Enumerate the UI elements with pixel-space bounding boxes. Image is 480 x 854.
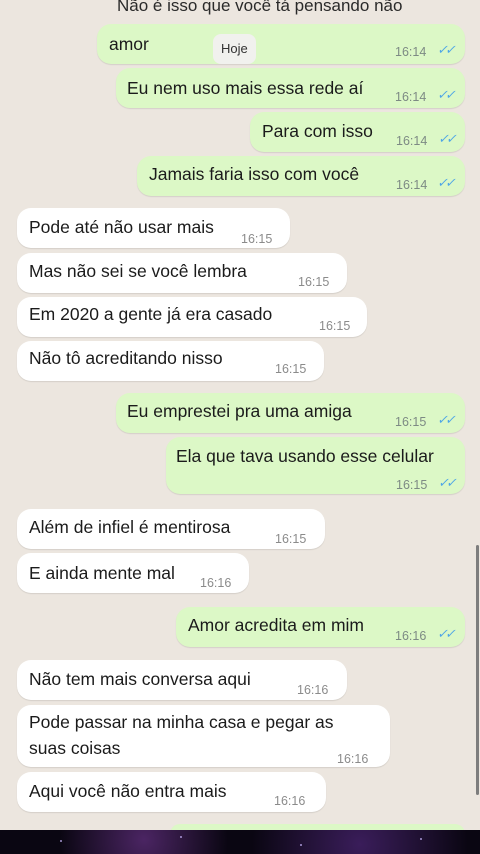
message-text: Além de infiel é mentirosa [29,517,231,537]
message-time: 16:16 [274,794,306,808]
message-text: Não tem mais conversa aqui [29,669,251,689]
read-receipt-icon: ✓✓ [437,412,456,427]
message-bubble-outgoing[interactable]: Ela que tava usando esse celular 16:15 ✓… [166,437,465,494]
message-text: Pode até não usar mais [29,217,214,237]
message-bubble-outgoing[interactable]: Amor acredita em mim 16:16 ✓✓ [176,607,465,647]
message-bubble-outgoing[interactable]: Para com isso 16:14 ✓✓ [250,112,465,152]
message-text: Jamais faria isso com você [149,164,360,184]
message-bubble-incoming[interactable]: Não tô acreditando nisso 16:15 [17,341,324,381]
message-time: 16:14 [396,178,428,192]
message-text: Pode passar na minha casa e pegar as sua… [29,712,334,758]
message-text: amor [109,34,149,54]
message-text: Aqui você não entra mais [29,781,227,801]
message-text: Mas não sei se você lembra [29,261,247,281]
message-text: Eu nem uso mais essa rede aí [127,78,364,98]
message-time: 16:15 [275,362,307,376]
message-text: Eu emprestei pra uma amiga [127,401,352,421]
partial-message-text: Não é isso que você tá pensando não [117,0,403,15]
message-time: 16:14 [395,90,427,104]
message-bubble-outgoing[interactable]: Eu nem uso mais essa rede aí 16:14 ✓✓ [116,68,465,108]
read-receipt-icon: ✓✓ [438,131,457,146]
message-time: 16:15 [319,319,351,333]
message-time: 16:15 [298,275,330,289]
read-receipt-icon: ✓✓ [438,475,457,490]
screen-frame: Não é isso que você tá pensando não amor… [0,0,480,854]
message-bubble-outgoing[interactable]: amor Hoje 16:14 ✓✓ [97,24,465,64]
message-bubble-outgoing[interactable]: Eu emprestei pra uma amiga 16:15 ✓✓ [116,393,465,433]
date-chip: Hoje [213,34,256,64]
message-bubble-incoming[interactable]: Em 2020 a gente já era casado 16:15 [17,297,367,337]
message-text: Não tô acreditando nisso [29,348,223,368]
read-receipt-icon: ✓✓ [437,626,456,641]
read-receipt-icon: ✓✓ [437,175,456,190]
message-text: Em 2020 a gente já era casado [29,304,273,324]
message-time: 16:15 [396,478,428,492]
message-time: 16:15 [275,532,307,546]
message-time: 16:16 [395,629,427,643]
chat-area[interactable]: Não é isso que você tá pensando não amor… [0,0,480,830]
message-bubble-incoming[interactable]: Pode até não usar mais 16:15 [17,208,290,248]
message-time: 16:15 [241,232,273,246]
message-text: Amor acredita em mim [188,615,365,635]
message-text: Para com isso [262,121,373,141]
message-bubble-incoming[interactable]: Mas não sei se você lembra 16:15 [17,253,347,293]
message-bubble-incoming[interactable]: Aqui você não entra mais 16:16 [17,772,326,812]
scrollbar[interactable] [476,545,479,795]
read-receipt-icon: ✓✓ [437,87,456,102]
message-time: 16:15 [395,415,427,429]
message-time: 16:16 [297,683,329,697]
message-time: 16:14 [396,134,428,148]
message-time: 16:16 [200,576,232,590]
bottom-decorative-band [0,830,480,854]
message-time: 16:14 [395,45,427,59]
message-bubble-incoming[interactable]: Pode passar na minha casa e pegar as sua… [17,705,390,767]
message-bubble-outgoing[interactable]: Jamais faria isso com você 16:14 ✓✓ [137,156,465,196]
message-bubble-incoming[interactable]: E ainda mente mal 16:16 [17,553,249,593]
message-bubble-incoming[interactable]: Não tem mais conversa aqui 16:16 [17,660,347,700]
message-time: 16:16 [337,752,369,766]
read-receipt-icon: ✓✓ [437,42,456,57]
message-text: Ela que tava usando esse celular [176,446,434,466]
message-bubble-incoming[interactable]: Além de infiel é mentirosa 16:15 [17,509,325,549]
message-text: E ainda mente mal [29,563,175,583]
